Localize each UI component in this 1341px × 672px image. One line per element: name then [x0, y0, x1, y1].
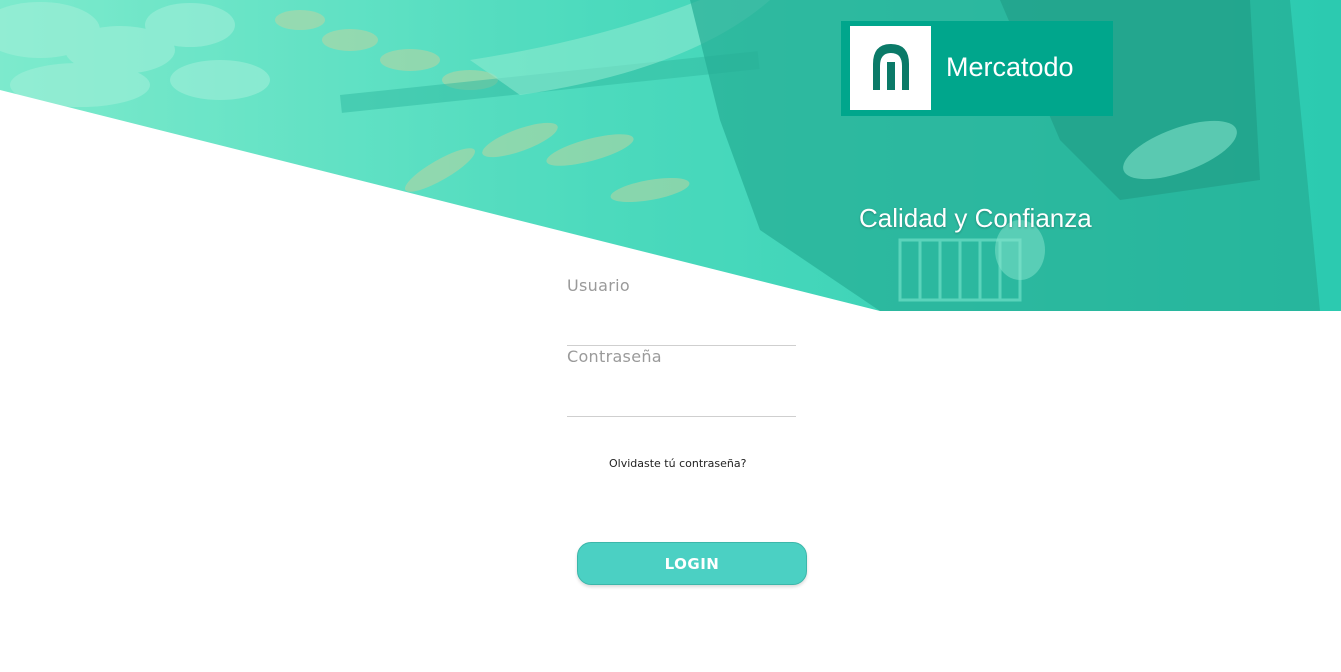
diagonal-white-cut: [0, 90, 880, 311]
mercatodo-arch-icon: [873, 44, 909, 90]
brand-logo: Mercatodo: [841, 21, 1113, 116]
password-label: Contraseña: [567, 347, 662, 366]
username-label: Usuario: [567, 276, 630, 295]
brand-tagline: Calidad y Confianza: [859, 203, 1092, 233]
login-button[interactable]: LOGIN: [577, 542, 807, 585]
logo-emblem: [850, 26, 931, 110]
password-input[interactable]: [567, 390, 796, 417]
login-page: Mercatodo Calidad y Confianza Usuario Co…: [0, 0, 1341, 672]
username-input[interactable]: [567, 319, 796, 346]
brand-name: Mercatodo: [946, 52, 1074, 82]
forgot-password-link[interactable]: Olvidaste tú contraseña?: [609, 458, 746, 469]
hero-banner: [0, 0, 1341, 311]
